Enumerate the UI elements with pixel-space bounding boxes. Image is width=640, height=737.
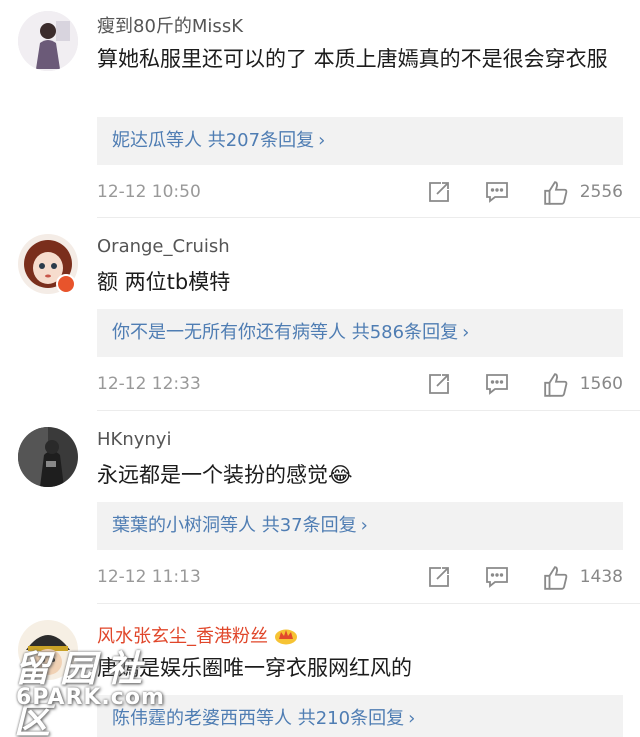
repost-icon[interactable] bbox=[427, 372, 451, 396]
replier-name[interactable]: 你不是一无所有你还有病 bbox=[112, 322, 310, 343]
comment-text: 额 两位tb模特 bbox=[97, 270, 231, 294]
replies-summary[interactable]: 陈伟霆的老婆西西等人 共210条回复 › bbox=[97, 695, 623, 737]
comment-time: 12-12 11:13 bbox=[97, 567, 201, 587]
replies-count: 等人 共207条回复 bbox=[166, 130, 315, 151]
comment-text: 唐嫣是娱乐圈唯一穿衣服网红风的 bbox=[97, 656, 412, 680]
comment-username[interactable]: 风水张玄尘_香港粉丝 bbox=[97, 622, 298, 650]
replier-name[interactable]: 陈伟霆的老婆西西 bbox=[112, 708, 256, 729]
like-count: 1560 bbox=[579, 374, 623, 394]
replies-summary[interactable]: 葉葉的小树洞等人 共37条回复 › bbox=[97, 502, 623, 550]
comment-username[interactable]: Orange_Cruish bbox=[97, 236, 230, 257]
replies-summary[interactable]: 你不是一无所有你还有病等人 共586条回复 › bbox=[97, 309, 623, 357]
comment-time: 12-12 10:50 bbox=[97, 182, 201, 202]
comment-icon[interactable] bbox=[485, 180, 509, 204]
comment-item: 风水张玄尘_香港粉丝 唐嫣是娱乐圈唯一穿衣服网红风的 陈伟霆的老婆西西等人 共2… bbox=[0, 604, 640, 737]
thumbs-up-icon[interactable] bbox=[543, 180, 569, 206]
like-count: 1438 bbox=[579, 567, 623, 587]
comment-item: 瘦到80斤的MissK 算她私服里还可以的了 本质上唐嫣真的不是很会穿衣服 妮达… bbox=[0, 0, 640, 218]
user-avatar[interactable] bbox=[18, 620, 78, 680]
comment-username[interactable]: HKnynyi bbox=[97, 429, 171, 450]
comment-icon[interactable] bbox=[485, 372, 509, 396]
comment-meta: 12-12 12:33 1560 bbox=[97, 370, 623, 398]
comment-meta: 12-12 10:50 2556 bbox=[97, 178, 623, 206]
user-avatar[interactable] bbox=[18, 11, 78, 71]
replies-count: 等人 共210条回复 bbox=[256, 708, 405, 729]
comment-item: HKnynyi 永远都是一个装扮的感觉😂 葉葉的小树洞等人 共37条回复 › 12… bbox=[0, 411, 640, 604]
chevron-right-icon: › bbox=[360, 515, 368, 536]
comment-username[interactable]: 瘦到80斤的MissK bbox=[97, 12, 243, 38]
user-avatar[interactable] bbox=[18, 427, 78, 487]
replier-name[interactable]: 妮达瓜 bbox=[112, 130, 166, 151]
comment-text: 算她私服里还可以的了 本质上唐嫣真的不是很会穿衣服 bbox=[97, 47, 608, 71]
replier-name[interactable]: 葉葉的小树洞 bbox=[112, 515, 220, 536]
thumbs-up-icon[interactable] bbox=[543, 372, 569, 398]
crown-icon bbox=[274, 625, 298, 650]
repost-icon[interactable] bbox=[427, 565, 451, 589]
comment-item: Orange_Cruish 额 两位tb模特 你不是一无所有你还有病等人 共58… bbox=[0, 218, 640, 411]
comment-icon[interactable] bbox=[485, 565, 509, 589]
repost-icon[interactable] bbox=[427, 180, 451, 204]
comment-meta: 12-12 11:13 1438 bbox=[97, 563, 623, 591]
thumbs-up-icon[interactable] bbox=[543, 565, 569, 591]
chevron-right-icon: › bbox=[462, 322, 470, 343]
chevron-right-icon: › bbox=[408, 708, 416, 729]
comment-text: 永远都是一个装扮的感觉😂 bbox=[97, 463, 353, 487]
like-count: 2556 bbox=[579, 182, 623, 202]
comment-time: 12-12 12:33 bbox=[97, 374, 201, 394]
chevron-right-icon: › bbox=[318, 130, 326, 151]
replies-count: 等人 共586条回复 bbox=[310, 322, 459, 343]
replies-count: 等人 共37条回复 bbox=[220, 515, 357, 536]
verified-badge-icon bbox=[56, 274, 76, 294]
replies-summary[interactable]: 妮达瓜等人 共207条回复 › bbox=[97, 117, 623, 165]
vip-username-label[interactable]: 风水张玄尘_香港粉丝 bbox=[97, 626, 268, 647]
